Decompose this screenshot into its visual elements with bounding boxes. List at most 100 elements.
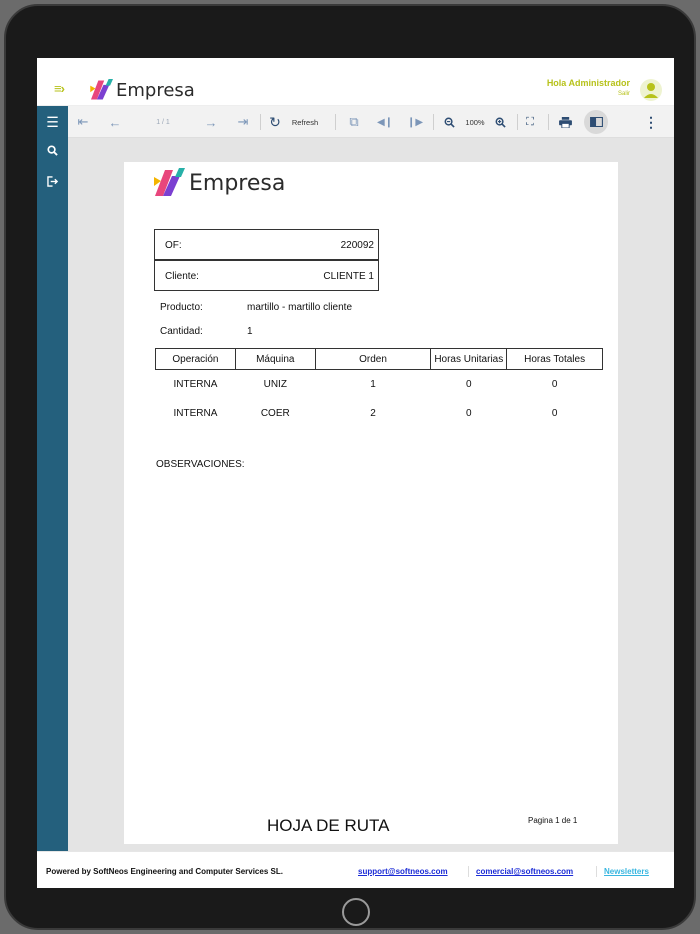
user-greeting: Hola Administrador [546,78,630,88]
cliente-value: CLIENTE 1 [323,271,374,282]
refresh-button[interactable]: ↻ [265,106,285,138]
more-icon: ⋮ [644,113,658,130]
sidebar-logout-button[interactable] [37,176,68,187]
page-indicator[interactable]: 1 / 1 [145,106,181,138]
footer-divider [596,866,597,877]
footer-divider [468,866,469,877]
table-cell: 0 [551,407,558,419]
table-cell: 0 [465,378,472,390]
table-cell: 2 [370,407,376,419]
column-header: Horas Unitarias [430,348,508,370]
table-header-row: Operación Máquina Orden Horas Unitarias … [155,348,603,370]
observaciones-label: OBSERVACIONES: [156,459,245,470]
sidebar: ☰ [37,106,68,851]
toolbar-divider [433,114,434,130]
last-page-button[interactable]: ⇥ [231,106,255,138]
first-page-button[interactable]: ⇤ [71,106,95,138]
table-cell: UNIZ [263,378,287,390]
report-logo-icon [154,168,185,196]
table-cell: 0 [551,378,558,390]
zoom-in-icon [495,117,506,128]
of-label: OF: [165,240,182,251]
print-button[interactable] [554,106,576,138]
column-header: Operación [155,348,236,370]
last-page-icon: ⇥ [237,114,249,129]
next-page-icon: → [204,114,218,130]
support-email-link[interactable]: support@softneos.com [358,867,448,876]
user-logout-link[interactable]: Salir [618,91,630,97]
report-page: Empresa OF: 220092 Cliente: CLIENTE 1 Pr… [124,162,618,844]
prev-section-button[interactable]: ◀❙ [374,106,396,138]
tablet-frame: ≡› Empresa Hola Administrador Salir ⇤ ← … [4,4,696,930]
table-cell: COER [260,407,290,419]
menu-icon: ☰ [46,114,59,130]
app-screen: ≡› Empresa Hola Administrador Salir ⇤ ← … [37,58,674,888]
logout-icon [46,176,58,187]
producto-label: Producto: [160,302,203,313]
refresh-icon: ↻ [269,113,281,130]
brand-name: Empresa [116,79,195,101]
brand-logo[interactable]: Empresa [90,79,195,101]
prev-section-icon: ◀❙ [376,116,394,128]
next-section-icon: ❙▶ [406,116,424,128]
toolbar-divider [517,114,518,130]
more-options-button[interactable]: ⋮ [641,106,661,138]
menu-toggle-icon[interactable]: ≡› [54,81,65,96]
brand-logo-icon [90,79,113,100]
report-title: HOJA DE RUTA [267,816,390,835]
toolbar-divider [548,114,549,130]
sidebar-menu-button[interactable]: ☰ [37,114,68,131]
zoom-out-icon [444,117,455,128]
report-viewer[interactable]: Empresa OF: 220092 Cliente: CLIENTE 1 Pr… [68,138,674,851]
first-page-icon: ⇤ [77,114,89,129]
zoom-in-button[interactable] [490,106,510,138]
next-section-button[interactable]: ❙▶ [404,106,426,138]
home-button[interactable] [342,898,370,926]
of-box: OF: 220092 [154,229,379,260]
newsletters-link[interactable]: Newsletters [604,867,649,876]
sidebar-search-button[interactable] [37,145,68,156]
cantidad-label: Cantidad: [160,326,203,337]
side-panel-toggle[interactable] [584,110,608,134]
app-header: ≡› Empresa Hola Administrador Salir [37,58,674,106]
report-brand-name: Empresa [189,170,286,196]
export-icon: ⧉ [349,114,359,129]
report-toolbar: ⇤ ← 1 / 1 → ⇥ ↻ Refresh ⧉ ◀❙ ❙▶ 100% ⛶ ⋮ [37,106,674,138]
cantidad-value: 1 [247,326,253,337]
column-header: Máquina [234,348,316,370]
cliente-box: Cliente: CLIENTE 1 [154,260,379,291]
toolbar-divider [260,114,261,130]
table-cell: 1 [370,378,376,390]
of-value: 220092 [340,240,374,251]
toolbar-divider [335,114,336,130]
commercial-email-link[interactable]: comercial@softneos.com [476,867,573,876]
report-logo: Empresa [154,168,285,198]
fullscreen-button[interactable]: ⛶ [520,106,540,138]
table-cell: INTERNA [173,407,218,419]
column-header: Orden [314,348,432,370]
table-row: INTERNA COER 2 0 0 [156,399,603,428]
zoom-level-select[interactable]: 100% [460,106,490,138]
prev-page-icon: ← [108,114,122,130]
app-footer: Powered by SoftNeos Engineering and Comp… [37,851,674,888]
powered-by-text: Powered by SoftNeos Engineering and Comp… [46,867,283,876]
print-icon [558,116,572,128]
table-cell: 0 [465,407,472,419]
zoom-out-button[interactable] [439,106,459,138]
column-header: Horas Totales [506,348,603,370]
refresh-label[interactable]: Refresh [287,106,323,138]
table-cell: INTERNA [173,378,218,390]
fullscreen-icon: ⛶ [526,115,534,128]
page-number: Pagina 1 de 1 [528,816,578,825]
user-avatar[interactable] [640,79,662,101]
next-page-button[interactable]: → [199,106,223,138]
producto-value: martillo - martillo cliente [247,302,353,313]
operations-table: Operación Máquina Orden Horas Unitarias … [155,348,603,428]
cliente-label: Cliente: [165,271,199,282]
prev-page-button[interactable]: ← [103,106,127,138]
panel-icon [589,117,603,127]
search-icon [47,145,58,156]
table-row: INTERNA UNIZ 1 0 0 [156,370,603,399]
export-button[interactable]: ⧉ [343,106,365,138]
user-avatar-icon [644,83,658,98]
